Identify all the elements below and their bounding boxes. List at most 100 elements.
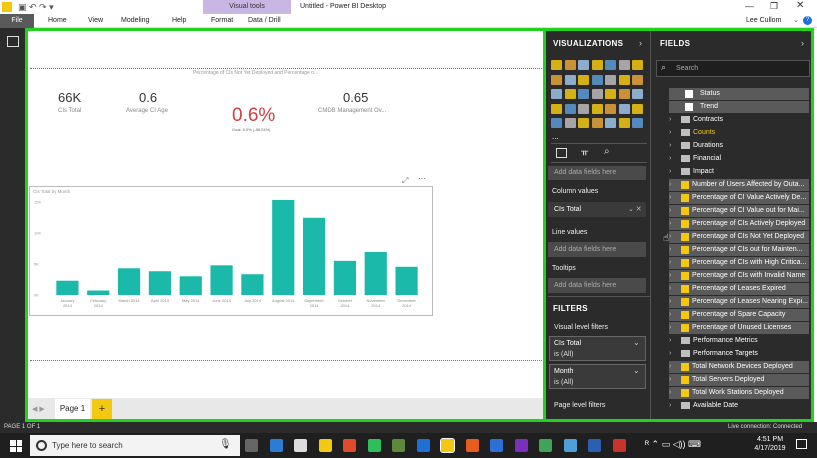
chart-bar[interactable] bbox=[333, 260, 357, 295]
notifications-icon[interactable] bbox=[796, 439, 807, 449]
visual-type-icon[interactable] bbox=[578, 74, 589, 85]
chart-bar[interactable] bbox=[87, 290, 110, 295]
taskbar-app-icon[interactable] bbox=[465, 439, 479, 452]
visual-type-icon[interactable] bbox=[551, 74, 562, 85]
field-item[interactable]: › Performance Targets bbox=[669, 348, 809, 360]
chart-bar[interactable] bbox=[241, 274, 264, 295]
analytics-magnifier-icon[interactable]: ⌕ bbox=[604, 146, 610, 157]
visual-type-icon[interactable] bbox=[551, 103, 562, 114]
add-page-button[interactable]: + bbox=[92, 399, 112, 419]
visual-type-icon[interactable] bbox=[578, 60, 589, 70]
visual-type-icon[interactable] bbox=[551, 89, 562, 99]
field-item[interactable]: › Number of Users Affected by Outa... bbox=[669, 179, 809, 191]
visual-type-icon[interactable] bbox=[632, 118, 643, 128]
field-item[interactable]: › Available Date bbox=[669, 400, 809, 412]
collapse-fields-icon[interactable]: › bbox=[801, 38, 804, 48]
taskbar-app-icon[interactable] bbox=[269, 439, 283, 452]
filter-expand-icon[interactable]: ⌄ bbox=[633, 338, 640, 347]
taskbar-app-icon[interactable] bbox=[490, 439, 503, 452]
chart-bar[interactable] bbox=[56, 280, 79, 295]
visual-type-icon[interactable] bbox=[618, 103, 630, 114]
field-item[interactable]: Trend bbox=[669, 101, 809, 113]
more-options-icon[interactable]: ⋯ bbox=[418, 174, 426, 183]
visual-type-icon[interactable] bbox=[632, 74, 643, 85]
visual-type-icon[interactable] bbox=[551, 60, 562, 70]
visual-type-icon[interactable] bbox=[551, 118, 562, 128]
remove-field-icon[interactable]: ⌄ ✕ bbox=[628, 205, 642, 213]
field-item[interactable]: › Percentage of CIs with High Critica... bbox=[669, 257, 809, 269]
visual-type-icon[interactable] bbox=[564, 103, 576, 114]
fields-tab-icon[interactable] bbox=[556, 148, 567, 158]
page-tab-1[interactable]: Page 1 bbox=[55, 399, 90, 419]
visual-type-icon[interactable] bbox=[632, 89, 643, 99]
field-item[interactable]: › Impact bbox=[669, 166, 809, 178]
field-item[interactable]: › Financial bbox=[669, 153, 809, 165]
chart-bar[interactable] bbox=[117, 268, 141, 295]
taskbar-app-icon[interactable] bbox=[563, 439, 577, 452]
field-item[interactable]: › Percentage of CIs Actively Deployed bbox=[669, 218, 809, 230]
chart-bar[interactable] bbox=[302, 217, 326, 295]
menu-modeling[interactable]: Modeling bbox=[121, 17, 149, 24]
taskbar-app-icon[interactable] bbox=[514, 439, 528, 452]
close-icon[interactable]: ✕ bbox=[796, 0, 804, 11]
menu-view[interactable]: View bbox=[88, 17, 103, 24]
chart-bar[interactable] bbox=[148, 271, 172, 295]
visual-type-icon[interactable] bbox=[564, 89, 576, 99]
field-item[interactable]: › Performance Metrics bbox=[669, 335, 809, 347]
visual-type-icon[interactable] bbox=[605, 89, 616, 99]
more-visuals-icon[interactable]: ... bbox=[552, 132, 559, 141]
visual-type-icon[interactable] bbox=[564, 74, 576, 85]
menu-data-drill[interactable]: Data / Drill bbox=[248, 17, 281, 24]
visual-type-icon[interactable] bbox=[605, 74, 616, 85]
visual-type-icon[interactable] bbox=[564, 118, 576, 128]
chevron-down-icon[interactable]: ⌄ bbox=[793, 16, 799, 24]
visual-type-icon[interactable] bbox=[618, 89, 630, 99]
column-chart-visual[interactable]: CIs Total by Month 15K 10K 5K 0K January 2014… bbox=[29, 186, 433, 316]
visual-type-icon[interactable] bbox=[618, 118, 630, 128]
field-item[interactable]: › Percentage of CI Value Actively De... bbox=[669, 192, 809, 204]
field-item[interactable]: › Percentage of CIs with Invalid Name bbox=[669, 270, 809, 282]
visual-type-icon[interactable] bbox=[632, 103, 643, 114]
chart-bar[interactable] bbox=[210, 265, 233, 295]
taskbar-app-icon[interactable] bbox=[612, 439, 626, 452]
field-item[interactable]: › Durations bbox=[669, 140, 809, 152]
field-item[interactable]: Status bbox=[669, 88, 809, 100]
field-item[interactable]: › Total Servers Deployed bbox=[669, 374, 809, 386]
taskbar-app-icon[interactable] bbox=[367, 439, 381, 452]
chart-bar[interactable] bbox=[395, 266, 418, 295]
menu-format[interactable]: Format bbox=[211, 17, 233, 24]
taskbar-app-icon[interactable] bbox=[294, 439, 307, 452]
windows-start-icon[interactable] bbox=[10, 440, 22, 452]
field-item[interactable]: › Total Network Devices Deployed bbox=[669, 361, 809, 373]
chart-bar[interactable] bbox=[364, 251, 387, 295]
visual-type-icon[interactable] bbox=[591, 74, 603, 85]
microphone-icon[interactable]: 🎙 bbox=[219, 439, 232, 450]
visual-type-icon[interactable] bbox=[564, 60, 576, 70]
field-item[interactable]: › Counts bbox=[669, 127, 809, 139]
field-item[interactable]: › Percentage of CIs out for Mainten... bbox=[669, 244, 809, 256]
visual-type-icon[interactable] bbox=[605, 60, 616, 70]
filter-expand-icon[interactable]: ⌄ bbox=[633, 366, 640, 375]
chart-bar[interactable] bbox=[179, 276, 202, 295]
field-item[interactable]: › Total Work Stations Deployed bbox=[669, 387, 809, 399]
taskbar-search-input[interactable]: Type here to search bbox=[30, 435, 240, 456]
menu-help[interactable]: Help bbox=[172, 17, 186, 24]
chart-bar[interactable] bbox=[272, 199, 295, 295]
menu-home[interactable]: Home bbox=[48, 17, 67, 24]
taskbar-app-icon[interactable] bbox=[392, 439, 405, 452]
system-tray-icons[interactable]: ᴿ ⌃ ▭ ◁)) ⌨ bbox=[645, 439, 701, 450]
field-item[interactable]: › Percentage of Spare Capacity bbox=[669, 309, 809, 321]
visual-type-icon[interactable] bbox=[618, 60, 630, 70]
visual-type-icon[interactable] bbox=[591, 118, 603, 128]
field-item[interactable]: › Percentage of Leases Nearing Expi... bbox=[669, 296, 809, 308]
field-item[interactable]: › Percentage of Leases Expired bbox=[669, 283, 809, 295]
focus-mode-icon[interactable]: ⤢ bbox=[402, 176, 408, 186]
taskbar-app-icon[interactable] bbox=[343, 439, 356, 452]
field-item[interactable]: › Percentage of Unused Licenses bbox=[669, 322, 809, 334]
taskbar-app-icon[interactable] bbox=[245, 439, 258, 452]
quick-access-icons[interactable]: ▣ ↶ ↷ ▾ bbox=[18, 2, 54, 13]
well-axis-drop[interactable]: Add data fields here bbox=[548, 166, 646, 180]
minimize-icon[interactable]: — bbox=[745, 1, 754, 11]
page-nav-arrows[interactable]: ◀ ▶ bbox=[32, 405, 45, 413]
visual-type-icon[interactable] bbox=[578, 118, 589, 128]
